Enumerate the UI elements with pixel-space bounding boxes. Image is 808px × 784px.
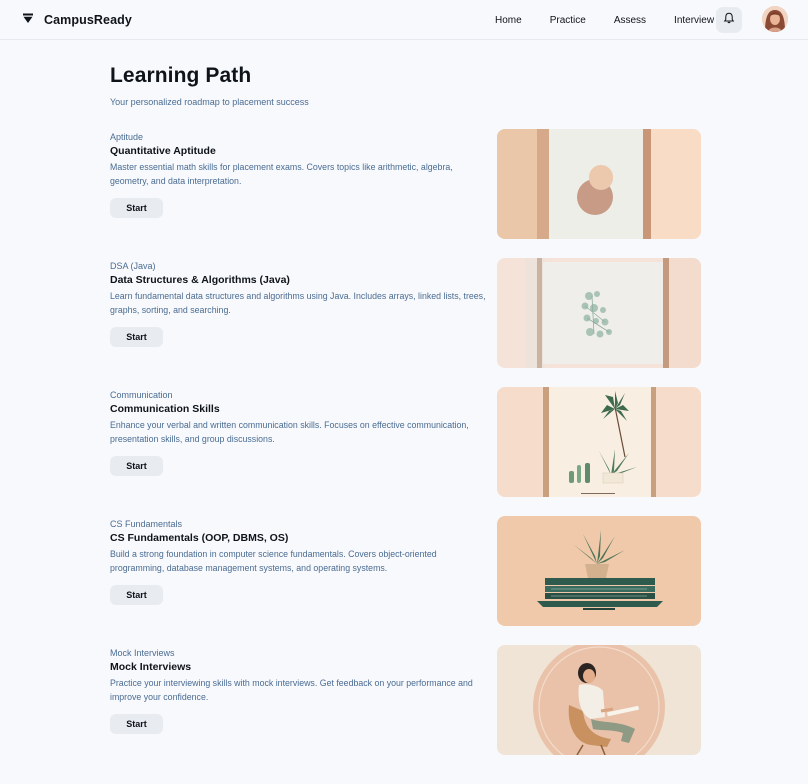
module-title: Communication Skills xyxy=(110,403,220,415)
notifications-button[interactable] xyxy=(716,7,742,33)
module-description: Master essential math skills for placeme… xyxy=(110,162,453,186)
module-card-aptitude: Aptitude Quantitative Aptitude Master es… xyxy=(110,129,701,239)
bell-icon xyxy=(723,11,735,29)
start-cs-fundamentals-button[interactable]: Start xyxy=(110,585,163,605)
module-title: Quantitative Aptitude xyxy=(110,145,216,157)
module-category: Mock Interviews xyxy=(110,648,175,658)
module-thumbnail xyxy=(497,258,701,368)
module-thumbnail xyxy=(497,516,701,626)
brand[interactable]: CampusReady xyxy=(22,11,132,29)
nav-practice-link[interactable]: Practice xyxy=(550,15,586,26)
start-aptitude-button[interactable]: Start xyxy=(110,198,163,218)
module-title: Mock Interviews xyxy=(110,661,192,673)
logo-icon xyxy=(22,11,34,29)
main-nav: Home Practice Assess Interview xyxy=(495,0,714,40)
module-description: Build a strong foundation in computer sc… xyxy=(110,549,437,573)
module-card-mock-interviews: Mock Interviews Mock Interviews Practice… xyxy=(110,645,701,755)
module-card-cs-fundamentals: CS Fundamentals CS Fundamentals (OOP, DB… xyxy=(110,516,701,626)
nav-assess-link[interactable]: Assess xyxy=(614,15,646,26)
module-card-communication: Communication Communication Skills Enhan… xyxy=(110,387,701,497)
module-card-dsa: DSA (Java) Data Structures & Algorithms … xyxy=(110,258,701,368)
module-description: Enhance your verbal and written communic… xyxy=(110,420,469,444)
module-category: Communication xyxy=(110,390,173,400)
start-mock-interviews-button[interactable]: Start xyxy=(110,714,163,734)
module-thumbnail xyxy=(497,129,701,239)
avatar[interactable] xyxy=(762,6,788,32)
module-title: Data Structures & Algorithms (Java) xyxy=(110,274,290,286)
top-nav-bar: CampusReady Home Practice Assess Intervi… xyxy=(0,0,808,40)
module-category: DSA (Java) xyxy=(110,261,156,271)
nav-home-link[interactable]: Home xyxy=(495,15,522,26)
page-title: Learning Path xyxy=(110,64,252,87)
brand-name: CampusReady xyxy=(44,12,132,27)
module-thumbnail xyxy=(497,387,701,497)
start-communication-button[interactable]: Start xyxy=(110,456,163,476)
module-category: Aptitude xyxy=(110,132,144,142)
module-title: CS Fundamentals (OOP, DBMS, OS) xyxy=(110,532,289,544)
module-thumbnail xyxy=(497,645,701,755)
start-dsa-button[interactable]: Start xyxy=(110,327,163,347)
page-subtitle: Your personalized roadmap to placement s… xyxy=(110,97,309,107)
module-description: Practice your interviewing skills with m… xyxy=(110,678,473,702)
module-description: Learn fundamental data structures and al… xyxy=(110,291,486,315)
nav-interview-link[interactable]: Interview xyxy=(674,15,714,26)
module-category: CS Fundamentals xyxy=(110,519,183,529)
